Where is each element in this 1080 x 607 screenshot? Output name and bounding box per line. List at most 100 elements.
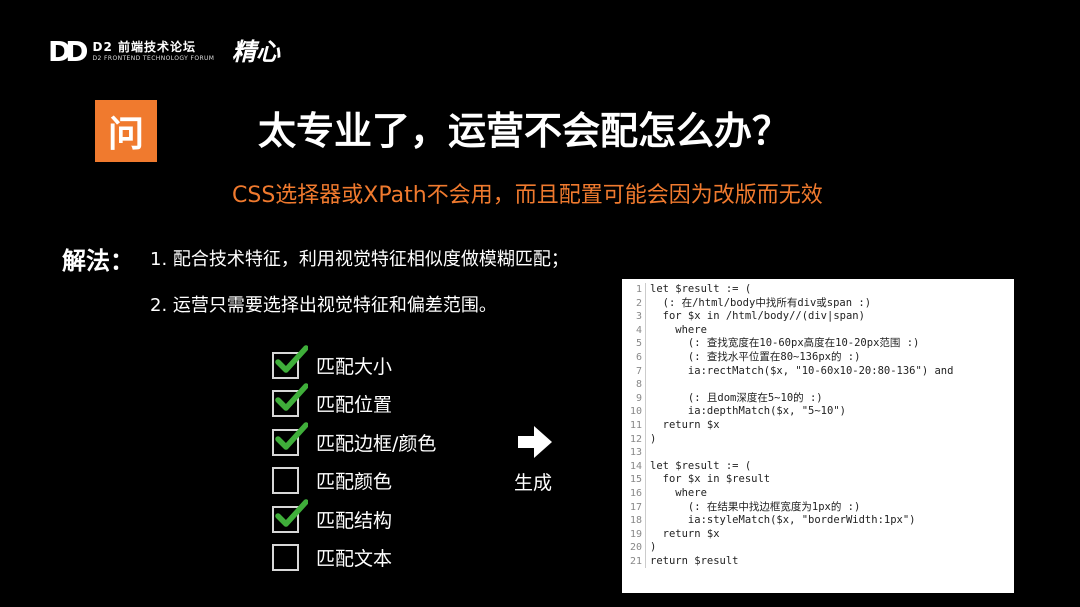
gutter-divider [645, 514, 646, 528]
gutter-divider [645, 459, 646, 474]
code-line: 3 for $x in /html/body//(div|span) [622, 310, 1014, 324]
line-number: 6 [635, 351, 642, 363]
code-line: 16 where [622, 486, 1014, 501]
line-number: 20 [629, 542, 642, 554]
gutter-divider [645, 391, 646, 406]
generate-label: 生成 [514, 472, 553, 494]
solution-step-1: 1. 配合技术特征，利用视觉特征相似度做模糊匹配； [150, 249, 569, 270]
slide: DD D2 前端技术论坛 D2 FRONTEND TECHNOLOGY FORU… [0, 0, 1080, 607]
checklist-item[interactable]: 匹配边框/颜色 [272, 422, 437, 462]
code-line: 17 (: 在结果中找边框宽度为1px的 :) [622, 500, 1014, 515]
code-text: ) [650, 432, 657, 445]
code-text: return $result [650, 554, 739, 567]
line-number: 1 [635, 284, 642, 295]
checkbox[interactable] [272, 544, 299, 572]
gutter-divider [645, 432, 646, 447]
gutter-divider [645, 527, 646, 542]
solution-label: 解法： [62, 247, 134, 275]
brush-logo: 精心 [232, 37, 280, 66]
checklist-label: 匹配颜色 [316, 471, 393, 494]
code-line: 19 return $x [622, 527, 1014, 542]
line-number: 11 [629, 419, 642, 431]
code-text: ia:rectMatch($x, "10-60x10-20:80-136") a… [650, 364, 954, 377]
code-line: 8 [622, 378, 1014, 392]
solution-step-2: 2. 运营只需要选择出视觉特征和偏差范围。 [150, 295, 497, 316]
checkmark-icon [275, 345, 308, 373]
checklist-item[interactable]: 匹配文本 [272, 539, 436, 578]
slide-subtitle: CSS选择器或XPath不会用，而且配置可能会因为改版而无效 [232, 183, 823, 208]
code-text: (: 在结果中找边框宽度为1px的 :) [650, 500, 861, 513]
line-number: 5 [635, 338, 642, 350]
checklist-label: 匹配边框/颜色 [316, 432, 437, 455]
checklist-item[interactable]: 匹配结构 [272, 499, 436, 539]
code-line: 5 (: 查找宽度在10-60px高度在10-20px范围 :) [622, 337, 1014, 351]
checkbox[interactable] [272, 383, 308, 418]
code-text: ) [650, 541, 657, 554]
line-number: 12 [629, 433, 642, 445]
gutter-divider [645, 473, 646, 487]
code-text: where [650, 486, 707, 499]
code-line: 21 return $result [622, 554, 1014, 569]
line-number: 2 [635, 297, 642, 309]
gutter-divider [645, 405, 646, 419]
logo-text: D2 前端技术论坛 D2 FRONTEND TECHNOLOGY FORUM [92, 40, 214, 64]
slide-title: 太专业了，运营不会配怎么办？ [258, 109, 791, 153]
checklist-item[interactable]: 匹配大小 [272, 345, 436, 385]
line-number: 3 [635, 311, 642, 323]
logo-en: D2 FRONTEND TECHNOLOGY FORUM [92, 55, 215, 62]
line-number: 9 [635, 392, 642, 404]
checklist-item[interactable]: 匹配位置 [272, 383, 436, 424]
checkbox[interactable] [272, 345, 308, 379]
code-line: 18 ia:styleMatch($x, "borderWidth:1px") [622, 514, 1014, 528]
code-text: for $x in $result [650, 473, 771, 486]
gutter-divider [645, 418, 646, 433]
forum-logo: DD D2 前端技术论坛 D2 FRONTEND TECHNOLOGY FORU… [48, 38, 214, 66]
question-badge: 问 [95, 100, 157, 162]
checkbox[interactable] [272, 422, 308, 456]
code-panel: 1 let $result := ( 2 (: 在/html/body中找所有div… [622, 279, 1014, 593]
gutter-divider [645, 283, 646, 297]
gutter-divider [645, 350, 646, 365]
code-line: 12) [622, 432, 1014, 447]
checkbox[interactable] [272, 467, 299, 495]
code-line: 7 ia:rectMatch($x, "10-60x10-20:80-136")… [622, 364, 1014, 379]
line-number: 21 [629, 555, 642, 567]
gutter-divider [645, 446, 646, 460]
code-line: 6 (: 查找水平位置在80~136px的 :) [622, 350, 1014, 365]
gutter-divider [645, 554, 646, 569]
gutter-divider [645, 500, 646, 515]
checkmark-icon [275, 499, 308, 527]
checkbox[interactable] [272, 499, 308, 533]
gutter-divider [645, 296, 646, 311]
gutter-divider [645, 378, 646, 392]
checkmark-icon [275, 383, 308, 411]
code-line: 15 for $x in $result [622, 473, 1014, 487]
logo-mark: DD [48, 35, 89, 68]
code-text: (: 在/html/body中找所有div或span :) [650, 296, 872, 309]
gutter-divider [645, 337, 646, 351]
code-text: let $result := ( [650, 459, 752, 472]
line-number: 15 [629, 474, 642, 486]
code-line: 4 where [622, 323, 1014, 338]
code-line: 20) [622, 541, 1014, 555]
code-text: ia:depthMatch($x, "5~10") [650, 405, 846, 418]
line-number: 4 [635, 324, 642, 336]
gutter-divider [645, 486, 646, 501]
line-number: 10 [629, 406, 642, 418]
code-text: (: 查找宽度在10-60px高度在10-20px范围 :) [650, 337, 920, 350]
gutter-divider [645, 323, 646, 338]
checklist-item[interactable]: 匹配颜色 [272, 462, 436, 501]
code-line: 11 return $x [622, 418, 1014, 433]
code-text: (: 且dom深度在5~10的 :) [650, 391, 823, 404]
line-number: 17 [629, 501, 642, 513]
code-line: 1 let $result := ( [622, 283, 1014, 297]
code-text: ia:styleMatch($x, "borderWidth:1px") [650, 514, 916, 527]
code-text: let $result := ( [650, 283, 752, 295]
gutter-divider [645, 364, 646, 379]
checkmark-icon [275, 422, 308, 450]
arrow-right-icon [518, 426, 552, 458]
checklist-label: 匹配结构 [316, 509, 393, 532]
line-number: 14 [629, 460, 642, 472]
code-line: 14 let $result := ( [622, 459, 1014, 474]
feature-checklist: 匹配大小 匹配位置匹配边框/颜色 匹配颜色匹配结构匹配文本 [272, 345, 437, 578]
